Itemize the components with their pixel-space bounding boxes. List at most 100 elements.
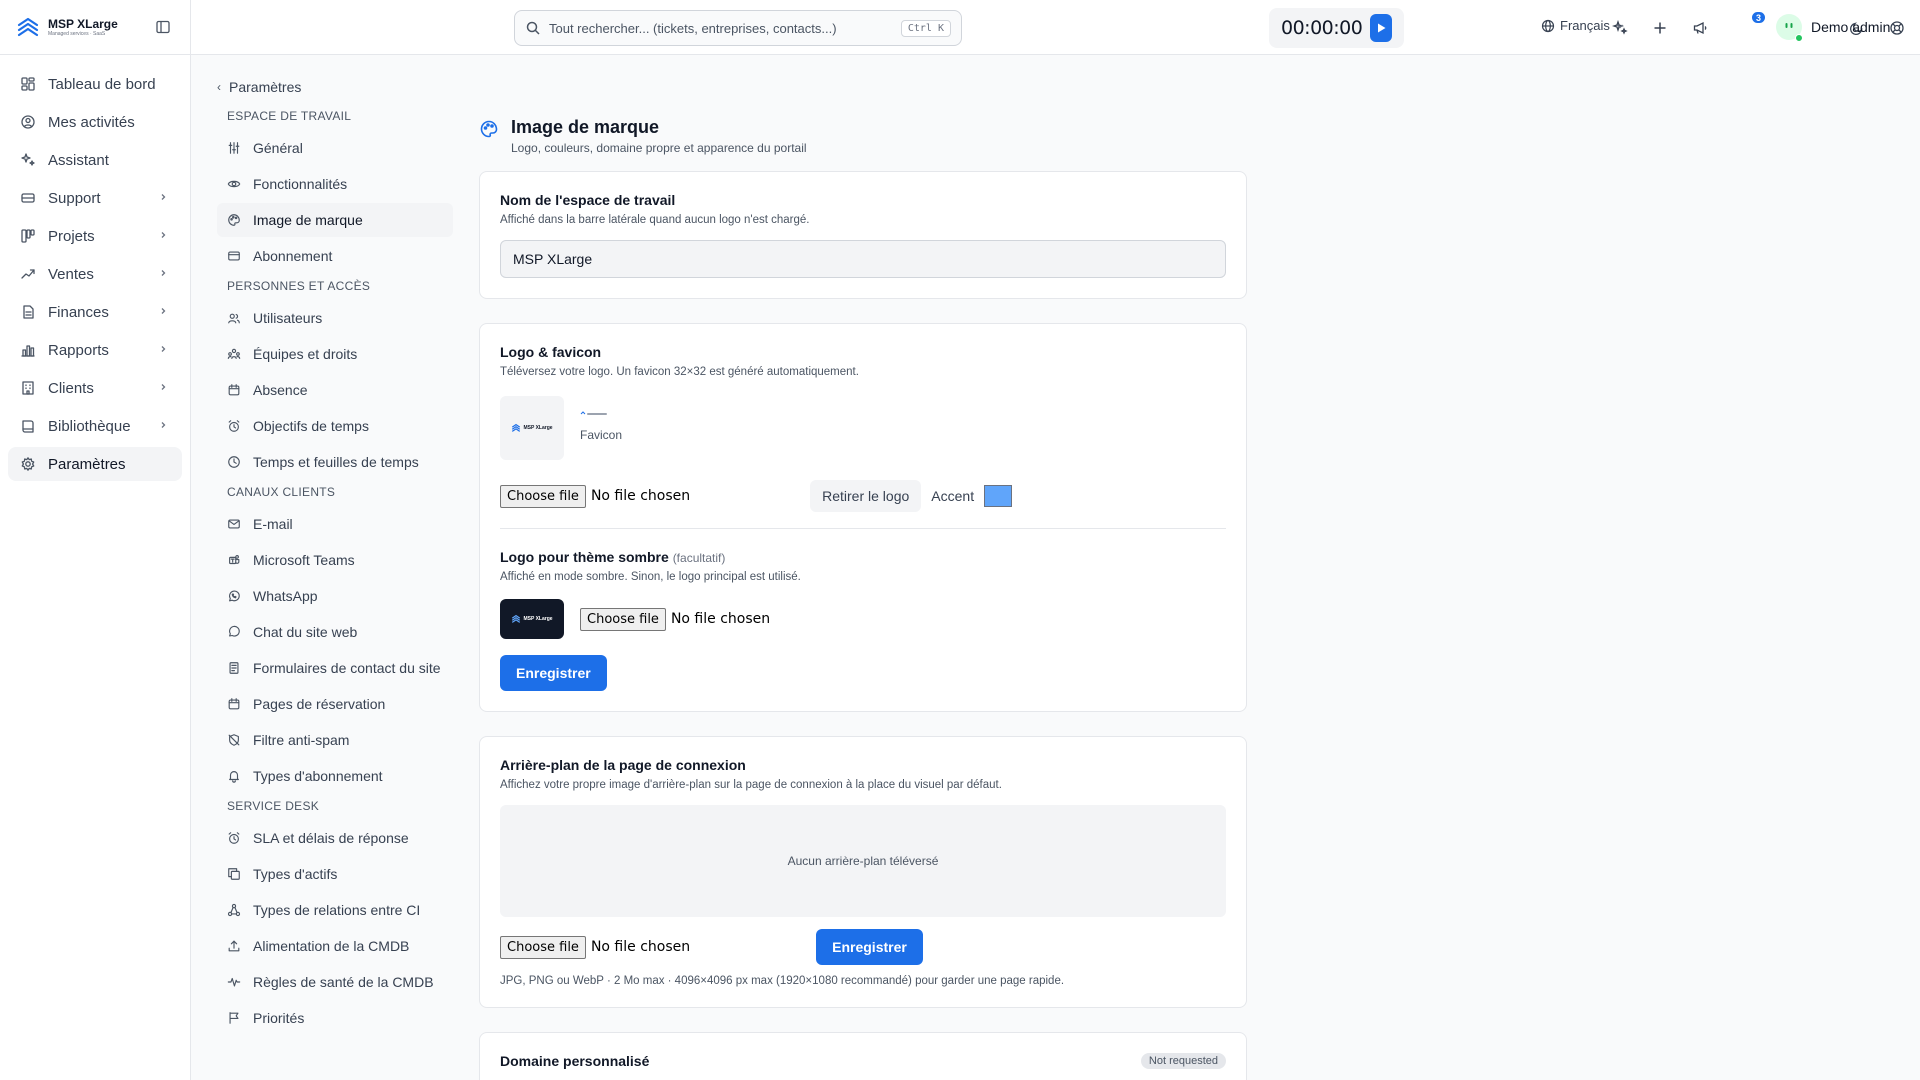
background-upload-row: Choose file No file chosen Enregistrer <box>500 929 1226 965</box>
dark-logo-title: Logo pour thème sombre (facultatif) <box>500 549 1226 565</box>
mail-icon <box>227 517 241 531</box>
shield-off-icon <box>227 733 241 747</box>
settings-nav-item-equipes-et-droits[interactable]: Équipes et droits <box>217 337 453 371</box>
settings-nav-item-chat-du-site-web[interactable]: Chat du site web <box>217 615 453 649</box>
sidebar-item-ventes[interactable]: Ventes <box>8 257 182 291</box>
sidebar-item-label: Rapports <box>48 341 109 359</box>
help-lifebuoy-icon[interactable] <box>1889 20 1905 36</box>
global-search[interactable]: Tout rechercher... (tickets, entreprises… <box>514 10 962 46</box>
logo-favicon-card: Logo & favicon Téléversez votre logo. Un… <box>479 323 1247 712</box>
whatsapp-icon <box>227 589 241 603</box>
sidebar-item-clients[interactable]: Clients <box>8 371 182 405</box>
document-icon <box>20 304 36 320</box>
top-bar: Tout rechercher... (tickets, entreprises… <box>191 0 1920 55</box>
sidebar-item-mes-activites[interactable]: Mes activités <box>8 105 182 139</box>
sliders-icon <box>227 141 241 155</box>
palette-icon <box>480 120 498 138</box>
user-circle-icon <box>20 114 36 130</box>
bar-chart-icon <box>20 342 36 358</box>
workspace-name-input[interactable] <box>500 240 1226 278</box>
upload-icon <box>227 939 241 953</box>
sidebar-item-tableau-de-bord[interactable]: Tableau de bord <box>8 67 182 101</box>
user-name[interactable]: Demo admin <box>1811 19 1890 35</box>
settings-nav-item-formulaires-de-contact-du-site[interactable]: Formulaires de contact du site <box>217 651 453 685</box>
language-selector[interactable]: Français <box>1541 18 1625 33</box>
sidebar-item-label: Tableau de bord <box>48 75 156 93</box>
save-background-button[interactable]: Enregistrer <box>816 929 923 965</box>
dark-logo-row: MSP XLarge Choose file No file chosen <box>500 599 1226 639</box>
settings-nav-item-image-de-marque[interactable]: Image de marque <box>217 203 453 237</box>
settings-nav-item-priorites[interactable]: Priorités <box>217 1001 453 1035</box>
background-preview: Aucun arrière-plan téléversé <box>500 805 1226 917</box>
timer-play-button[interactable] <box>1370 14 1392 42</box>
sidebar-item-support[interactable]: Support <box>8 181 182 215</box>
sidebar-item-rapports[interactable]: Rapports <box>8 333 182 367</box>
search-icon <box>526 21 540 35</box>
settings-nav-item-label: Utilisateurs <box>253 310 323 326</box>
back-to-settings-link[interactable]: ‹ Paramètres <box>217 77 453 97</box>
settings-nav-item-regles-de-sante-de-la-cmdb[interactable]: Règles de santé de la CMDB <box>217 965 453 999</box>
settings-nav-item-temps-et-feuilles-de-temps[interactable]: Temps et feuilles de temps <box>217 445 453 479</box>
settings-section-label: PERSONNES ET ACCÈS <box>227 279 371 293</box>
settings-nav-item-microsoft-teams[interactable]: Microsoft Teams <box>217 543 453 577</box>
sidebar-toggle-icon[interactable] <box>155 19 171 35</box>
main-sidebar: MSP XLarge Managed services · SaaS Table… <box>0 0 191 1080</box>
search-input[interactable]: Tout rechercher... (tickets, entreprises… <box>549 21 901 36</box>
settings-nav-item-label: Priorités <box>253 1010 305 1026</box>
sidebar-item-label: Finances <box>48 303 109 321</box>
pulse-icon <box>227 975 241 989</box>
settings-nav-item-label: Formulaires de contact du site <box>253 660 441 676</box>
card-subtitle: Affiché dans la barre latérale quand auc… <box>500 214 810 226</box>
settings-nav-item-label: E-mail <box>253 516 293 532</box>
sidebar-item-finances[interactable]: Finances <box>8 295 182 329</box>
settings-nav: ‹ Paramètres ESPACE DE TRAVAIL Général Fon… <box>191 55 453 1080</box>
alarm-icon <box>227 419 241 433</box>
sidebar-item-parametres[interactable]: Paramètres <box>8 447 182 481</box>
divider <box>500 528 1226 529</box>
settings-nav-item-utilisateurs[interactable]: Utilisateurs <box>217 301 453 335</box>
search-shortcut: Ctrl K <box>900 19 951 37</box>
main-nav: Tableau de bord Mes activités Assistant Sup… <box>0 55 190 497</box>
settings-nav-item-abonnement[interactable]: Abonnement <box>217 239 453 273</box>
choose-dark-logo-file-button[interactable]: Choose file <box>580 607 666 631</box>
settings-nav-item-types-d-actifs[interactable]: Types d'actifs <box>217 857 453 891</box>
logo-text: MSP XLarge <box>523 425 553 431</box>
sidebar-item-bibliotheque[interactable]: Bibliothèque <box>8 409 182 443</box>
settings-nav-item-types-d-abonnement[interactable]: Types d'abonnement <box>217 759 453 793</box>
choose-background-file-button[interactable]: Choose file <box>500 935 586 959</box>
settings-nav-item-objectifs-de-temps[interactable]: Objectifs de temps <box>217 409 453 443</box>
settings-nav-item-whatsapp[interactable]: WhatsApp <box>217 579 453 613</box>
choose-logo-file-button[interactable]: Choose file <box>500 484 586 508</box>
settings-nav-item-label: Fonctionnalités <box>253 176 348 192</box>
save-logo-button[interactable]: Enregistrer <box>500 655 607 691</box>
plus-icon[interactable] <box>1652 20 1668 36</box>
sparkles-icon <box>20 152 36 168</box>
building-icon <box>20 380 36 396</box>
settings-nav-item-sla-et-delais-de-reponse[interactable]: SLA et délais de réponse <box>217 821 453 855</box>
sidebar-item-assistant[interactable]: Assistant <box>8 143 182 177</box>
flag-icon <box>227 1011 241 1025</box>
network-icon <box>227 903 241 917</box>
megaphone-icon[interactable] <box>1692 20 1708 36</box>
brand-logo-icon <box>17 17 39 37</box>
settings-nav-item-e-mail[interactable]: E-mail <box>217 507 453 541</box>
sidebar-item-projets[interactable]: Projets <box>8 219 182 253</box>
chevron-right-icon <box>158 305 168 319</box>
settings-nav-item-fonctionnalites[interactable]: Fonctionnalités <box>217 167 453 201</box>
gear-icon <box>20 456 36 472</box>
settings-nav-item-general[interactable]: Général <box>217 131 453 165</box>
app-shell: MSP XLarge Managed services · SaaS Table… <box>0 0 1920 1080</box>
copy-icon <box>227 867 241 881</box>
settings-nav-item-types-de-relations-entre-ci[interactable]: Types de relations entre CI <box>217 893 453 927</box>
background-hint: JPG, PNG ou WebP · 2 Mo max · 4096×4096 … <box>500 975 1065 987</box>
settings-nav-item-filtre-anti-spam[interactable]: Filtre anti-spam <box>217 723 453 757</box>
settings-nav-item-absence[interactable]: Absence <box>217 373 453 407</box>
settings-nav-item-alimentation-de-la-cmdb[interactable]: Alimentation de la CMDB <box>217 929 453 963</box>
chevron-right-icon <box>158 381 168 395</box>
notifications-badge: 3 <box>1750 10 1767 25</box>
settings-nav-item-label: WhatsApp <box>253 588 318 604</box>
accent-color-picker[interactable] <box>984 485 1013 507</box>
remove-logo-button[interactable]: Retirer le logo <box>810 480 922 512</box>
settings-nav-item-pages-de-reservation[interactable]: Pages de réservation <box>217 687 453 721</box>
page-subtitle: Logo, couleurs, domaine propre et appare… <box>511 141 807 155</box>
